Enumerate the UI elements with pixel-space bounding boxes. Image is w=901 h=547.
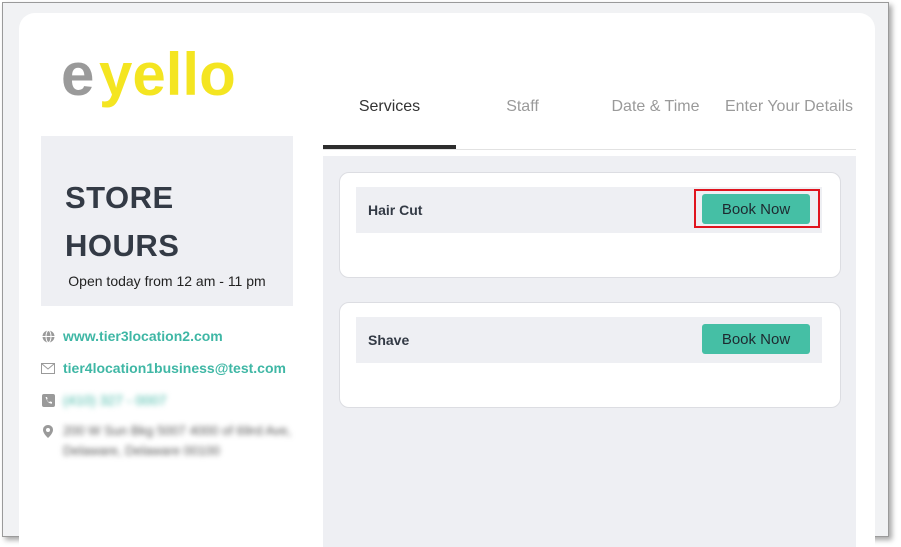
contact-phone: (410) 327 - 0007 [41, 389, 167, 411]
service-name: Shave [368, 332, 410, 348]
services-list: Hair Cut Book Now Shave Book Now [323, 156, 856, 547]
store-title-line1: STORE [65, 180, 174, 215]
store-hours-text: Open today from 12 am - 11 pm [68, 273, 266, 289]
active-tab-indicator [323, 145, 456, 149]
service-row: Shave Book Now [356, 317, 822, 363]
booking-steps-tabs: Services Staff Date & Time Enter Your De… [323, 89, 856, 150]
store-hours-title: STORE HOURS [65, 174, 285, 270]
eyello-logo-svg: e yello [61, 41, 236, 108]
booking-widget: e yello STORE HOURS Open today from 12 a… [19, 13, 875, 547]
tab-enter-details[interactable]: Enter Your Details [722, 89, 856, 149]
contact-website: www.tier3location2.com [41, 325, 223, 347]
service-card-shave: Shave Book Now [339, 302, 841, 408]
website-link[interactable]: www.tier3location2.com [63, 328, 223, 344]
map-pin-icon [41, 424, 55, 438]
book-now-button-shave[interactable]: Book Now [702, 324, 810, 354]
globe-icon [41, 329, 55, 343]
tab-date-time[interactable]: Date & Time [589, 89, 722, 149]
service-card-hair-cut: Hair Cut Book Now [339, 172, 841, 278]
service-row: Hair Cut Book Now [356, 187, 822, 233]
contact-address: 200 W Sun Bkg 5007 4000 of 69rd Ave, Del… [41, 421, 293, 458]
tab-services[interactable]: Services [323, 89, 456, 149]
tab-staff[interactable]: Staff [456, 89, 589, 149]
book-now-button-hair-cut[interactable]: Book Now [702, 194, 810, 224]
store-title-line2: HOURS [65, 228, 180, 263]
logo-rest: yello [99, 43, 236, 108]
store-hours-panel: STORE HOURS Open today from 12 am - 11 p… [41, 136, 293, 306]
service-name: Hair Cut [368, 202, 423, 218]
eyello-logo: e yello [61, 41, 291, 117]
phone-number[interactable]: (410) 327 - 0007 [63, 392, 167, 408]
phone-icon [41, 393, 55, 407]
address-text: 200 W Sun Bkg 5007 4000 of 69rd Ave, Del… [63, 423, 292, 458]
email-link[interactable]: tier4location1business@test.com [63, 360, 286, 376]
logo-prefix: e [61, 43, 94, 108]
contact-email: tier4location1business@test.com [41, 357, 286, 379]
envelope-icon [41, 361, 55, 375]
browser-frame: e yello STORE HOURS Open today from 12 a… [2, 2, 889, 547]
